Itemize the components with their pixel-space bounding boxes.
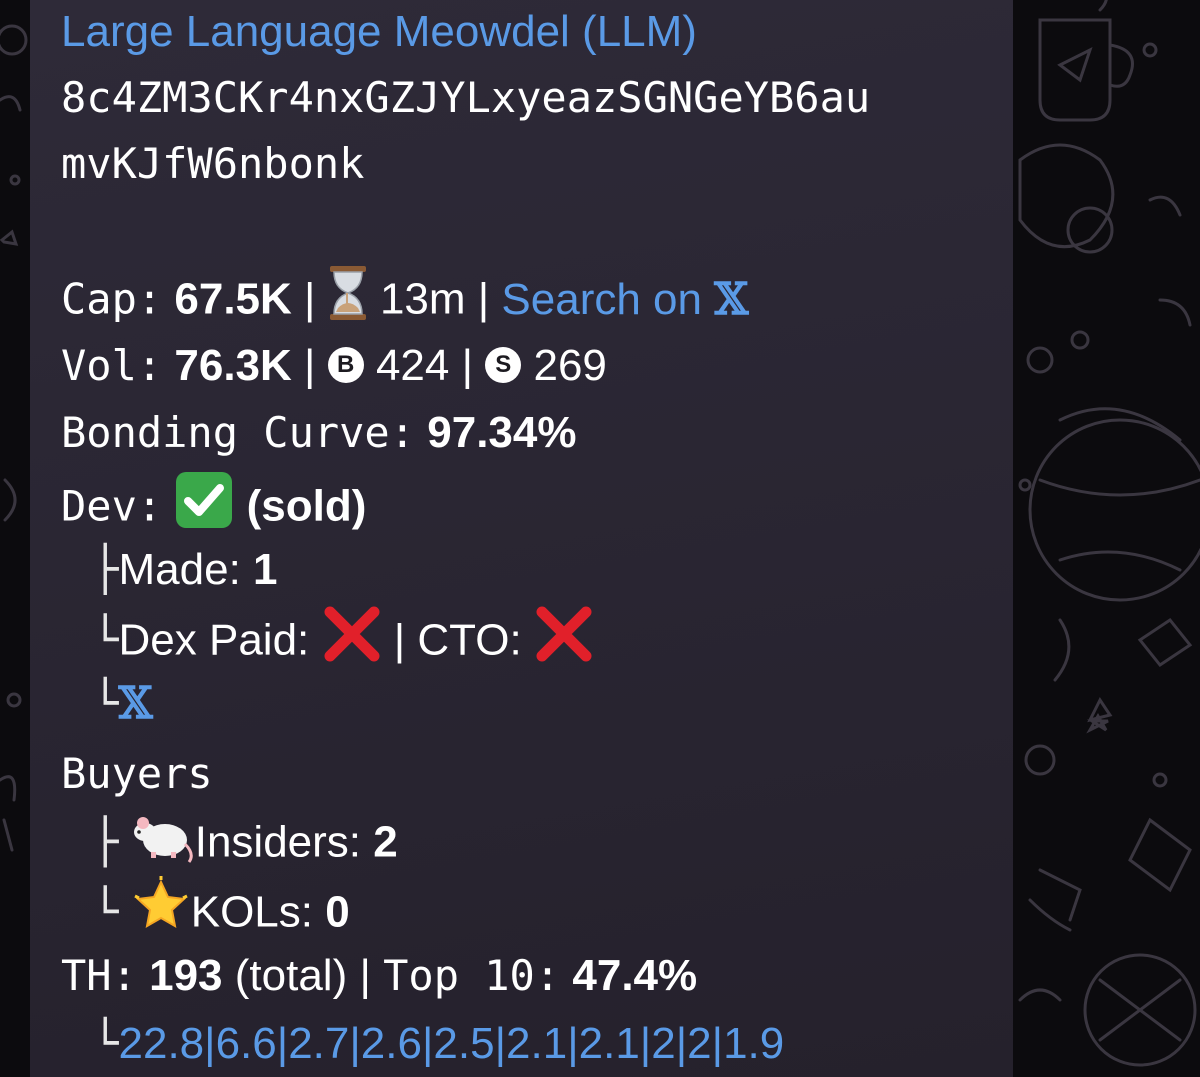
dex-paid-label: Dex Paid: (118, 615, 310, 665)
token-title-link[interactable]: Large Language Meowdel (LLM) (61, 0, 697, 64)
kols-label: KOLs: (190, 887, 314, 937)
token-title[interactable]: Large Language Meowdel (LLM) (61, 7, 697, 56)
bonding-curve-row: Bonding Curve: 97.34% (61, 401, 576, 465)
dev-x-row: └𝕏 (92, 678, 153, 729)
contract-address-line-2[interactable]: mvKJfW6nbonk (61, 132, 364, 196)
th-value: 193 (149, 951, 223, 1000)
holder-link[interactable]: 2.1 (579, 1019, 640, 1068)
holder-link[interactable]: 2 (651, 1019, 675, 1068)
rat-icon (131, 808, 195, 882)
vol-label: Vol: (61, 341, 163, 390)
contract-address-line-1[interactable]: 8c4ZM3CKr4nxGZJYLxyeazSGNGeYB6au (61, 66, 870, 130)
top10-label: Top 10: (383, 951, 561, 1000)
bonding-curve-label: Bonding Curve: (61, 408, 416, 457)
cap-label: Cap: (61, 274, 163, 324)
search-on-x-link[interactable]: Search on 𝕏 (501, 274, 748, 325)
cap-row: Cap: 67.5K | 13m | Search on 𝕏 (61, 266, 748, 338)
age-value: 13m (379, 274, 466, 324)
buys-value: 424 (375, 341, 450, 390)
holder-percentages-row: └22.8|6.6|2.7|2.6|2.5|2.1|2.1|2|2|1.9 (92, 1018, 785, 1069)
holder-link[interactable]: 2.1 (506, 1019, 567, 1068)
cross-icon (534, 604, 594, 682)
holder-link[interactable]: 22.8 (119, 1019, 205, 1068)
th-total: (total) (234, 951, 348, 1000)
holder-separator: | (639, 1019, 652, 1068)
made-value: 1 (253, 545, 278, 594)
kols-row: └ KOLs: 0 (92, 876, 350, 954)
holder-link[interactable]: 2.5 (433, 1019, 494, 1068)
holder-link[interactable]: 2.7 (288, 1019, 349, 1068)
x-logo-icon[interactable]: 𝕏 (119, 678, 153, 729)
cto-label: CTO: (417, 615, 522, 665)
top10-value: 47.4% (572, 951, 698, 1000)
holder-link[interactable]: 2 (687, 1019, 711, 1068)
holder-separator: | (567, 1019, 579, 1068)
bonding-curve-value: 97.34% (427, 408, 577, 457)
buys-badge: B (327, 347, 364, 384)
holder-link[interactable]: 2.6 (361, 1019, 422, 1068)
th-label: TH: (61, 951, 137, 1000)
dev-status: (sold) (246, 481, 367, 531)
sells-badge: S (485, 347, 522, 384)
holder-separator: | (349, 1019, 361, 1068)
cap-value: 67.5K (174, 274, 292, 324)
dev-row: Dev: (sold) (61, 470, 366, 548)
vol-row: Vol: 76.3K | B 424 | S 269 (61, 341, 607, 390)
holder-separator: | (711, 1019, 724, 1068)
insiders-label: Insiders: (194, 817, 362, 867)
top-holders-row: TH: 193 (total) | Top 10: 47.4% (61, 951, 698, 1000)
vol-value: 76.3K (174, 341, 292, 390)
made-label: Made: (118, 545, 241, 594)
dex-paid-row: └Dex Paid: | CTO: (92, 604, 594, 682)
buyers-label: Buyers (61, 749, 213, 798)
holder-separator: | (276, 1019, 289, 1068)
holder-list: 22.8|6.6|2.7|2.6|2.5|2.1|2.1|2|2|1.9 (119, 1019, 785, 1068)
check-icon (174, 470, 234, 548)
holder-separator: | (421, 1019, 434, 1068)
holder-separator: | (204, 1019, 216, 1068)
sells-value: 269 (533, 341, 607, 390)
x-logo-icon[interactable]: 𝕏 (714, 274, 748, 325)
holder-separator: | (494, 1019, 507, 1068)
insiders-row: ├ Insiders: 2 (92, 808, 398, 882)
holder-link[interactable]: 6.6 (216, 1019, 277, 1068)
star-icon (131, 876, 191, 954)
hourglass-icon (328, 266, 368, 338)
insiders-value: 2 (373, 817, 398, 867)
cross-icon (322, 604, 382, 682)
kols-value: 0 (325, 887, 350, 937)
dev-label: Dev: (61, 481, 163, 531)
made-row: ├Made: 1 (92, 544, 278, 595)
message-bubble: Large Language Meowdel (LLM) 8c4ZM3CKr4n… (30, 0, 1013, 1077)
holder-link[interactable]: 1.9 (723, 1019, 784, 1068)
holder-separator: | (675, 1019, 688, 1068)
